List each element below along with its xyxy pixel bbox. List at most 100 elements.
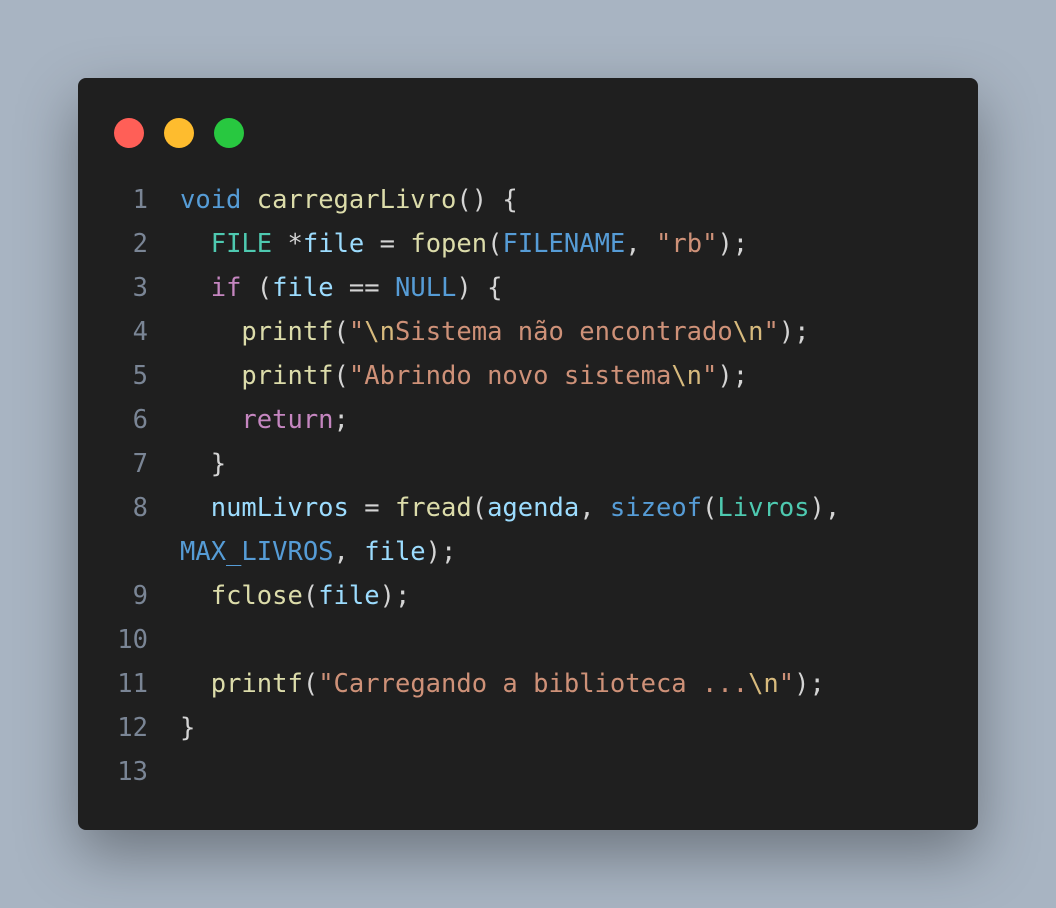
- code-text: printf("Carregando a biblioteca ...\n");: [180, 662, 825, 706]
- code-token: ,: [333, 537, 365, 567]
- code-window: 1 void carregarLivro() {2 FILE *file = fo…: [78, 78, 978, 830]
- code-token: );: [794, 669, 825, 699]
- code-line: MAX_LIVROS, file);: [78, 530, 978, 574]
- code-token: }: [180, 713, 196, 743]
- code-token: ": [778, 669, 795, 699]
- code-line: 9 fclose(file);: [78, 574, 978, 618]
- code-token: Livros: [717, 493, 810, 523]
- code-text: MAX_LIVROS, file);: [180, 530, 456, 574]
- code-line: 10: [78, 618, 978, 662]
- code-text: }: [180, 706, 195, 750]
- code-token: (: [471, 493, 488, 523]
- code-token: agenda: [487, 493, 580, 523]
- code-token: );: [717, 229, 749, 259]
- code-text: if (file == NULL) {: [180, 266, 503, 310]
- code-text: void carregarLivro() {: [180, 178, 518, 222]
- code-token: "rb": [656, 229, 718, 259]
- code-token: fclose: [210, 581, 303, 611]
- code-token: () {: [456, 185, 518, 215]
- code-text: FILE *file = fopen(FILENAME, "rb");: [180, 222, 748, 266]
- code-line: 7 }: [78, 442, 978, 486]
- code-token: );: [717, 361, 749, 391]
- code-token: =: [364, 229, 411, 259]
- code-token: if: [210, 273, 242, 303]
- code-token: NULL: [395, 273, 457, 303]
- code-token: (: [333, 361, 349, 391]
- line-number: 1: [132, 185, 148, 215]
- line-number: 5: [132, 361, 148, 391]
- code-token: (: [302, 669, 319, 699]
- code-text: numLivros = fread(agenda, sizeof(Livros)…: [180, 486, 841, 530]
- code-token: printf: [241, 361, 334, 391]
- line-number: 2: [132, 229, 148, 259]
- code-token: file: [318, 581, 380, 611]
- code-token: ==: [333, 273, 395, 303]
- line-number: 11: [117, 669, 148, 699]
- code-text: fclose(file);: [180, 574, 411, 618]
- close-dot-icon[interactable]: [114, 118, 144, 148]
- code-token: Sistema não encontrado: [394, 317, 733, 347]
- code-token: ),: [809, 493, 841, 523]
- code-token: (: [302, 581, 319, 611]
- code-token: \n: [748, 669, 779, 699]
- code-token: }: [180, 449, 227, 479]
- code-token: *: [272, 229, 303, 259]
- code-token: numLivros: [210, 493, 349, 523]
- code-line: 11 printf("Carregando a biblioteca ...\n…: [78, 662, 978, 706]
- code-token: FILENAME: [502, 229, 626, 259]
- code-token: ": [702, 361, 718, 391]
- code-line: 8 numLivros = fread(agenda, sizeof(Livro…: [78, 486, 978, 530]
- code-text: }: [180, 442, 226, 486]
- code-token: ,: [579, 493, 610, 523]
- code-token: \n: [671, 361, 703, 391]
- code-line: 13: [78, 750, 978, 794]
- line-number: 8: [132, 493, 148, 523]
- code-line: 6 return;: [78, 398, 978, 442]
- code-token: file: [302, 229, 365, 259]
- code-text: printf("\nSistema não encontrado\n");: [180, 310, 809, 354]
- line-number: 4: [132, 317, 148, 347]
- line-number: 6: [132, 405, 148, 435]
- code-token: return: [241, 405, 334, 435]
- line-number: 7: [132, 449, 148, 479]
- code-line: 5 printf("Abrindo novo sistema\n");: [78, 354, 978, 398]
- code-token: "Carregando a biblioteca ...: [318, 669, 749, 699]
- code-token: (: [702, 493, 718, 523]
- line-number: 3: [132, 273, 148, 303]
- code-token: ,: [625, 229, 657, 259]
- code-token: );: [425, 537, 457, 567]
- code-token: (: [333, 317, 349, 347]
- line-number: 10: [117, 625, 148, 655]
- line-number: 13: [117, 757, 148, 787]
- code-token: ": [348, 317, 365, 347]
- code-token: void: [180, 185, 242, 215]
- code-token: file: [272, 273, 334, 303]
- code-line: 12}: [78, 706, 978, 750]
- code-line: 2 FILE *file = fopen(FILENAME, "rb");: [78, 222, 978, 266]
- code-token: ;: [333, 405, 349, 435]
- code-token: carregarLivro: [256, 185, 457, 215]
- code-token: (: [487, 229, 503, 259]
- code-token: ) {: [456, 273, 503, 303]
- code-token: file: [364, 537, 426, 567]
- maximize-dot-icon[interactable]: [214, 118, 244, 148]
- code-block: 1 void carregarLivro() {2 FILE *file = fo…: [78, 178, 978, 794]
- minimize-dot-icon[interactable]: [164, 118, 194, 148]
- code-line: 4 printf("\nSistema não encontrado\n");: [78, 310, 978, 354]
- code-token: );: [379, 581, 411, 611]
- code-token: "Abrindo novo sistema: [348, 361, 672, 391]
- line-number: 12: [117, 713, 148, 743]
- code-token: fread: [394, 493, 472, 523]
- code-token: \n: [364, 317, 395, 347]
- code-token: ": [763, 317, 779, 347]
- code-line: 3 if (file == NULL) {: [78, 266, 978, 310]
- code-token: fopen: [410, 229, 488, 259]
